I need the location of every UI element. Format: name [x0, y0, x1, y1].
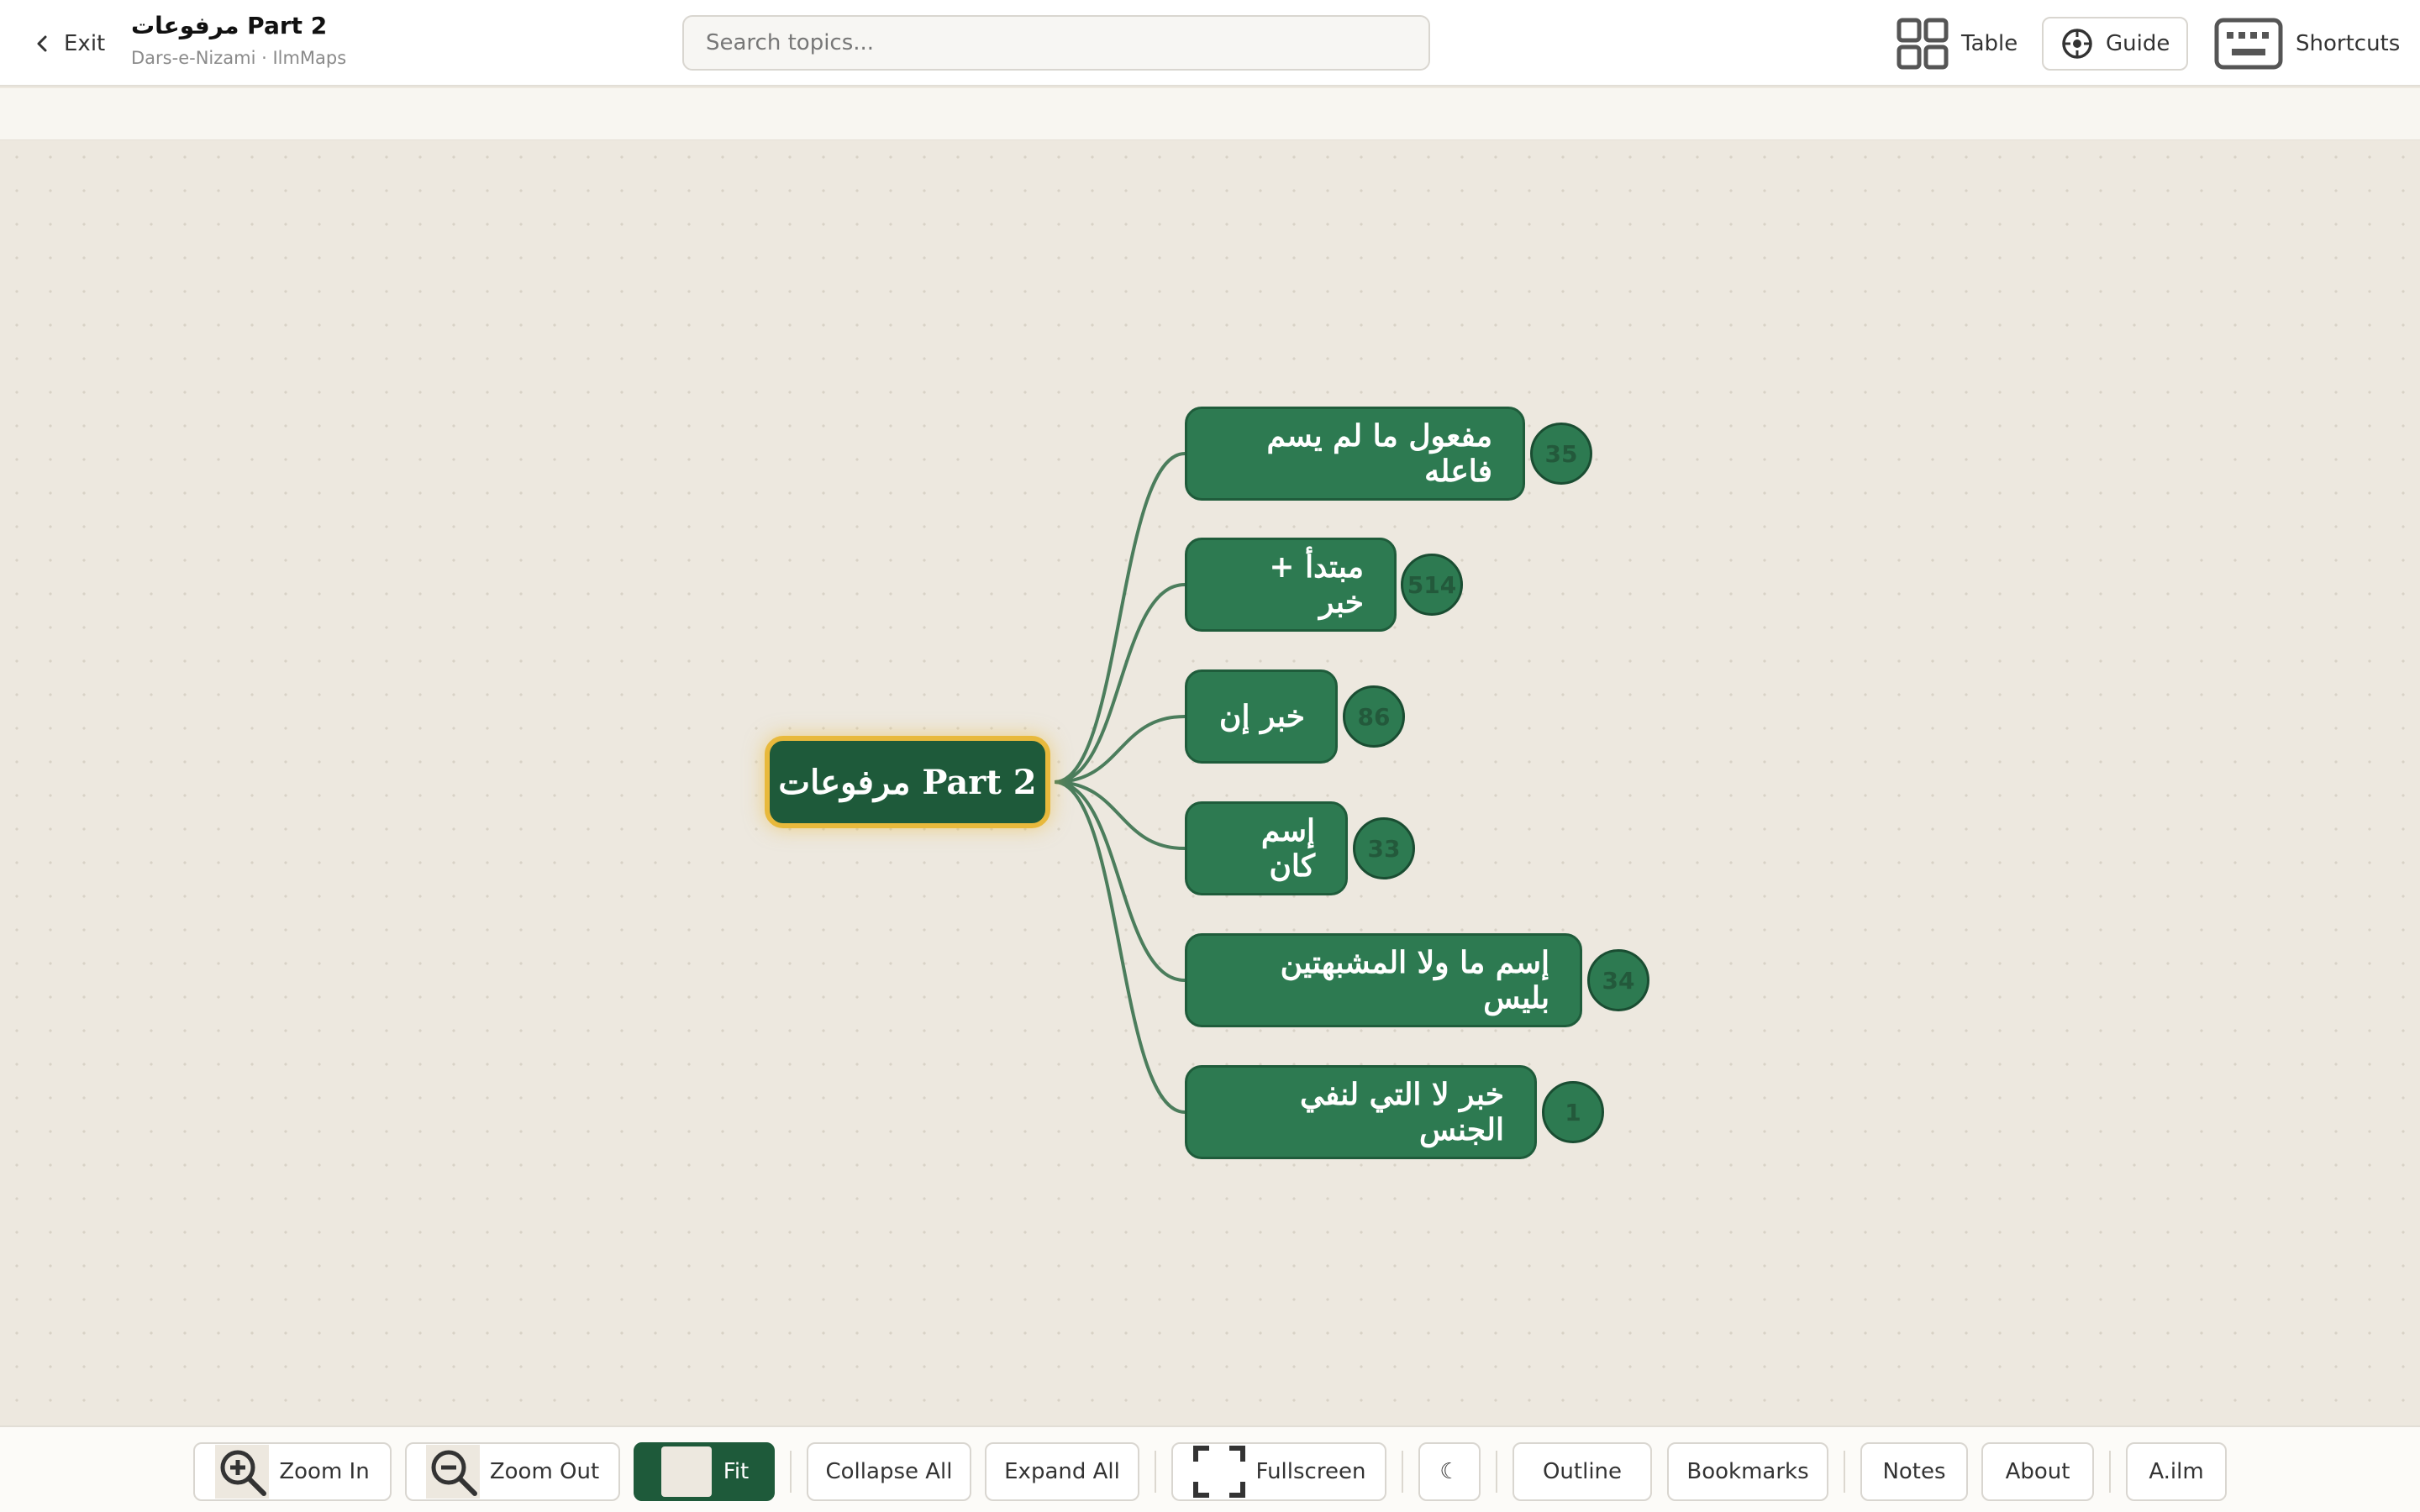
toolbar-divider [1155, 1451, 1156, 1493]
fullscreen-icon [1192, 1446, 1245, 1498]
about-label: About [2005, 1459, 2070, 1484]
page-subtitle: Dars-e-Nizami · IlmMaps [131, 48, 347, 68]
zoom-in-icon [215, 1445, 270, 1499]
notes-label: Notes [1882, 1459, 1946, 1484]
zoom-in-button[interactable]: Zoom In [193, 1442, 392, 1501]
toolbar-divider [1650, 1451, 1652, 1493]
count-badge: 35 [1530, 423, 1592, 485]
count-badge: 33 [1353, 817, 1415, 879]
mindmap-node[interactable]: خبر إن [1185, 669, 1338, 764]
toolbar-divider [1496, 1451, 1497, 1493]
search-input[interactable] [682, 15, 1430, 71]
ailm-label: A.ilm [2149, 1459, 2204, 1484]
guide-label: Guide [2106, 31, 2170, 56]
top-header: Exit مرفوعات Part 2 Dars-e-Nizami · IlmM… [0, 0, 2420, 87]
grid-icon [1897, 18, 1949, 70]
count-badge: 34 [1587, 949, 1649, 1011]
fit-icon [660, 1446, 712, 1497]
mindmap-links [1054, 452, 1186, 1114]
theme-toggle-button[interactable]: ☾ [1418, 1442, 1481, 1501]
shortcuts-label: Shortcuts [2296, 31, 2401, 56]
fit-button[interactable]: Fit [634, 1442, 775, 1501]
toolbar-divider [790, 1451, 792, 1493]
fullscreen-label: Fullscreen [1255, 1459, 1366, 1484]
notes-button[interactable]: Notes [1860, 1442, 1968, 1501]
chevron-left-icon [37, 35, 47, 52]
toolbar-divider [2109, 1451, 2111, 1493]
fit-label: Fit [723, 1459, 750, 1484]
mindmap-node[interactable]: إسم كان [1185, 801, 1348, 895]
moon-icon: ☾ [1439, 1459, 1460, 1484]
toolbar-divider [1844, 1451, 1845, 1493]
mindmap-root-node[interactable]: مرفوعات Part 2 [765, 736, 1050, 828]
bookmarks-label: Bookmarks [1686, 1459, 1809, 1484]
mindmap-node[interactable]: خبر لا التي لنفي الجنس [1185, 1065, 1537, 1159]
outline-button[interactable]: Outline [1512, 1442, 1652, 1501]
expand-all-button[interactable]: Expand All [985, 1442, 1139, 1501]
sub-toolbar [0, 88, 2420, 140]
bookmarks-button[interactable]: Bookmarks [1667, 1442, 1828, 1501]
about-button[interactable]: About [1981, 1442, 2094, 1501]
count-badge: 1 [1542, 1081, 1604, 1143]
exit-button[interactable]: Exit [34, 25, 105, 62]
title-block: مرفوعات Part 2 Dars-e-Nizami · IlmMaps [131, 12, 346, 68]
count-badge: 86 [1343, 685, 1405, 748]
table-button[interactable]: Table [1896, 17, 2018, 71]
collapse-all-label: Collapse All [825, 1459, 953, 1484]
ailm-button[interactable]: A.ilm [2126, 1442, 2227, 1501]
table-label: Table [1961, 31, 2018, 56]
mindmap-canvas[interactable] [0, 140, 2420, 1425]
page-title: مرفوعات Part 2 [131, 12, 328, 39]
bottom-toolbar: Zoom In Zoom Out Fit Collapse All Expand… [0, 1425, 2420, 1512]
zoom-out-button[interactable]: Zoom Out [405, 1442, 620, 1501]
guide-button[interactable]: Guide [2042, 17, 2189, 71]
mindmap-node[interactable]: مفعول ما لم يسم فاعله [1185, 407, 1525, 501]
expand-all-label: Expand All [1004, 1459, 1120, 1484]
zoom-out-icon [425, 1445, 480, 1499]
mindmap-node[interactable]: مبتدأ + خبر [1185, 538, 1397, 632]
outline-label: Outline [1542, 1459, 1623, 1484]
count-badge: 514 [1401, 554, 1463, 616]
exit-label: Exit [64, 31, 106, 56]
zoom-in-label: Zoom In [279, 1459, 370, 1484]
compass-icon [2062, 29, 2092, 59]
collapse-all-button[interactable]: Collapse All [807, 1442, 971, 1501]
toolbar-divider [1402, 1451, 1403, 1493]
shortcuts-button[interactable]: Shortcuts [2213, 17, 2400, 71]
zoom-out-label: Zoom Out [489, 1459, 600, 1484]
mindmap-node[interactable]: إسم ما ولا المشبهتين بليس [1185, 933, 1582, 1027]
fullscreen-button[interactable]: Fullscreen [1171, 1442, 1386, 1501]
keyboard-icon [2214, 18, 2283, 70]
